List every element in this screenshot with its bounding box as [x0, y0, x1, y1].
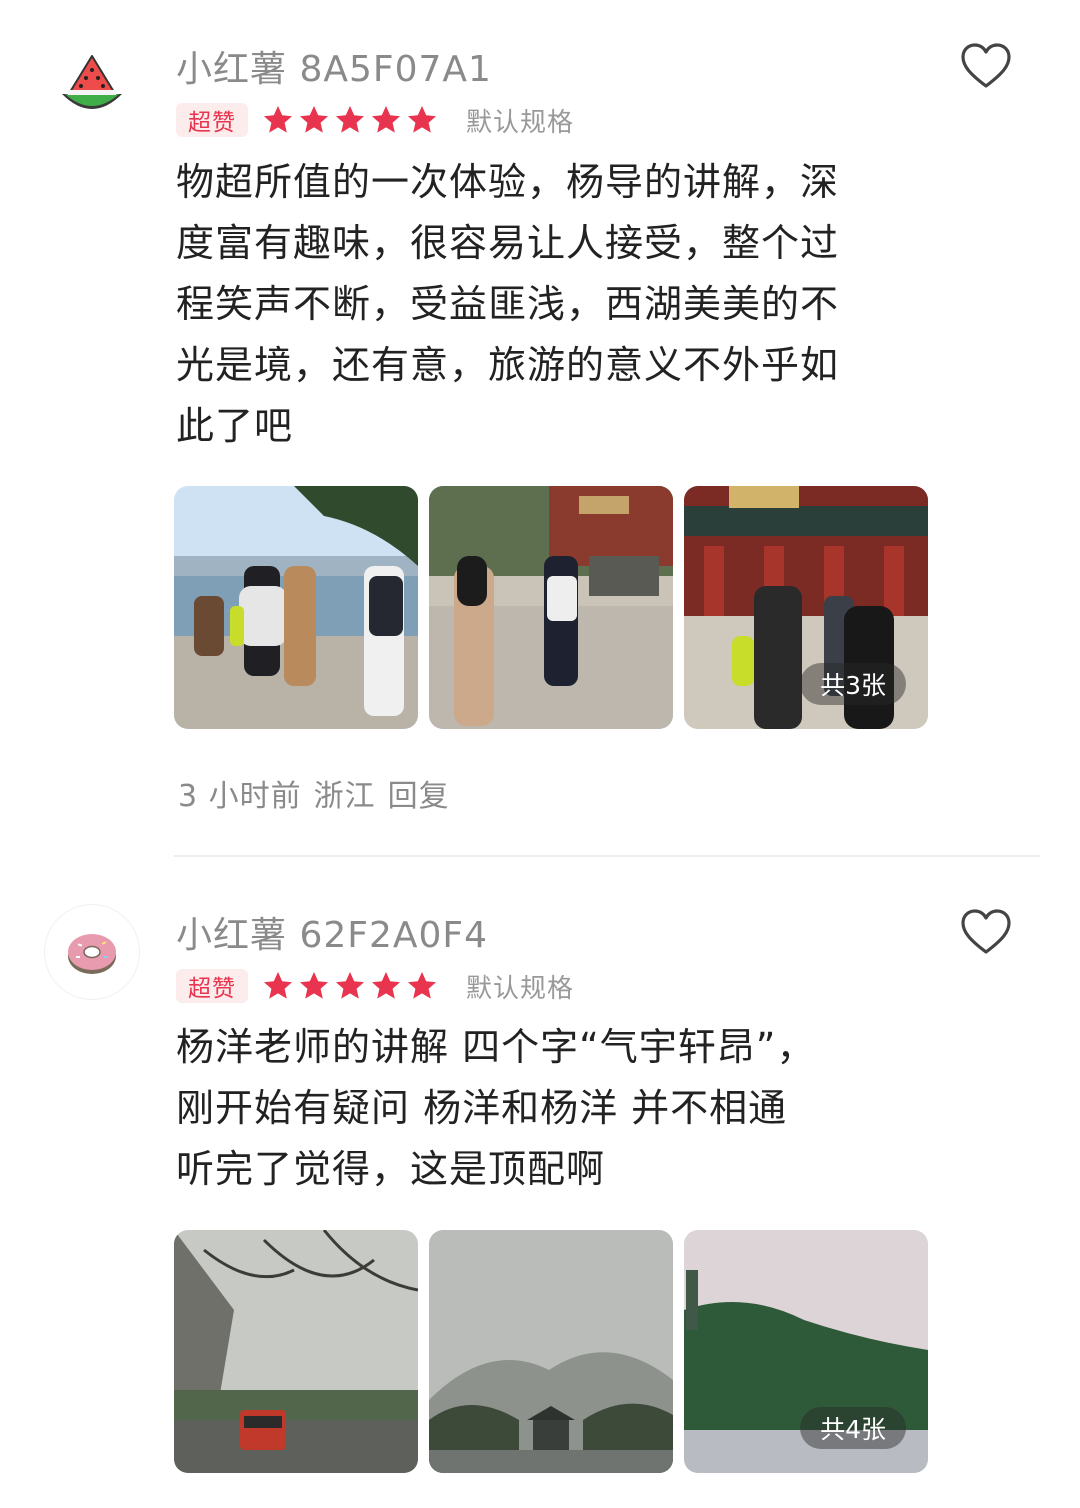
avatar[interactable]	[44, 38, 140, 134]
review-text-line: 此了吧	[176, 404, 294, 448]
review-photo[interactable]	[429, 1230, 673, 1473]
status-badge: 超赞	[176, 969, 248, 1003]
review-photo[interactable]	[174, 1230, 418, 1473]
star-icon	[372, 106, 400, 133]
photo-count-badge: 共4张	[800, 1407, 906, 1449]
spec-label: 默认规格	[466, 973, 575, 1004]
username[interactable]: 小红薯 62F2A0F4	[176, 906, 488, 958]
rating-row: 超赞 默认规格	[176, 102, 574, 138]
review-text-line: 程笑声不断，受益匪浅，西湖美美的不	[176, 282, 840, 326]
star-icon	[336, 106, 364, 133]
heart-icon[interactable]	[960, 42, 1012, 90]
star-icon	[372, 972, 400, 999]
photo-grid: 共4张	[174, 1230, 939, 1473]
avatar[interactable]	[44, 904, 140, 1000]
review-text-line: 杨洋老师的讲解 四个字“气宇轩昂”，	[176, 1025, 816, 1069]
star-icon	[336, 972, 364, 999]
star-rating	[262, 104, 442, 136]
status-badge: 超赞	[176, 103, 248, 137]
star-icon	[264, 972, 292, 999]
review-photo[interactable]: 共4张	[684, 1230, 928, 1473]
heart-icon[interactable]	[960, 908, 1012, 956]
review-text-line: 光是境，还有意，旅游的意义不外乎如	[176, 343, 840, 387]
review-text-line: 物超所值的一次体验，杨导的讲解，深	[176, 160, 840, 204]
review-text-line: 听完了觉得，这是顶配啊	[176, 1147, 606, 1191]
username[interactable]: 小红薯 8A5F07A1	[176, 40, 492, 92]
review-photo[interactable]: 共3张	[684, 486, 928, 729]
review-photo[interactable]	[174, 486, 418, 729]
star-icon	[300, 972, 328, 999]
divider	[174, 855, 1040, 857]
review-meta: 3 小时前 浙江 回复	[178, 771, 462, 815]
location: 浙江	[313, 779, 376, 814]
review-text-line: 度富有趣味，很容易让人接受，整个过	[176, 221, 840, 265]
star-icon	[264, 106, 292, 133]
star-icon	[408, 106, 436, 133]
photo-count-badge: 共3张	[800, 663, 906, 705]
reply-button[interactable]: 回复	[388, 771, 450, 815]
watermelon-icon	[62, 55, 122, 109]
review-text: 杨洋老师的讲解 四个字“气宇轩昂”， 刚开始有疑问 杨洋和杨洋 并不相通 听完了…	[176, 1017, 876, 1200]
rating-row: 超赞 默认规格	[176, 968, 574, 1004]
review-text-line: 刚开始有疑问 杨洋和杨洋 并不相通	[176, 1086, 788, 1130]
star-icon	[300, 106, 328, 133]
timestamp: 3 小时前	[178, 779, 302, 814]
star-rating	[262, 970, 442, 1002]
spec-label: 默认规格	[466, 107, 575, 138]
review-photo[interactable]	[429, 486, 673, 729]
star-icon	[408, 972, 436, 999]
photo-grid: 共3张	[174, 486, 939, 729]
donut-icon	[68, 934, 116, 974]
review-text: 物超所值的一次体验，杨导的讲解，深 度富有趣味，很容易让人接受，整个过 程笑声不…	[176, 152, 876, 457]
